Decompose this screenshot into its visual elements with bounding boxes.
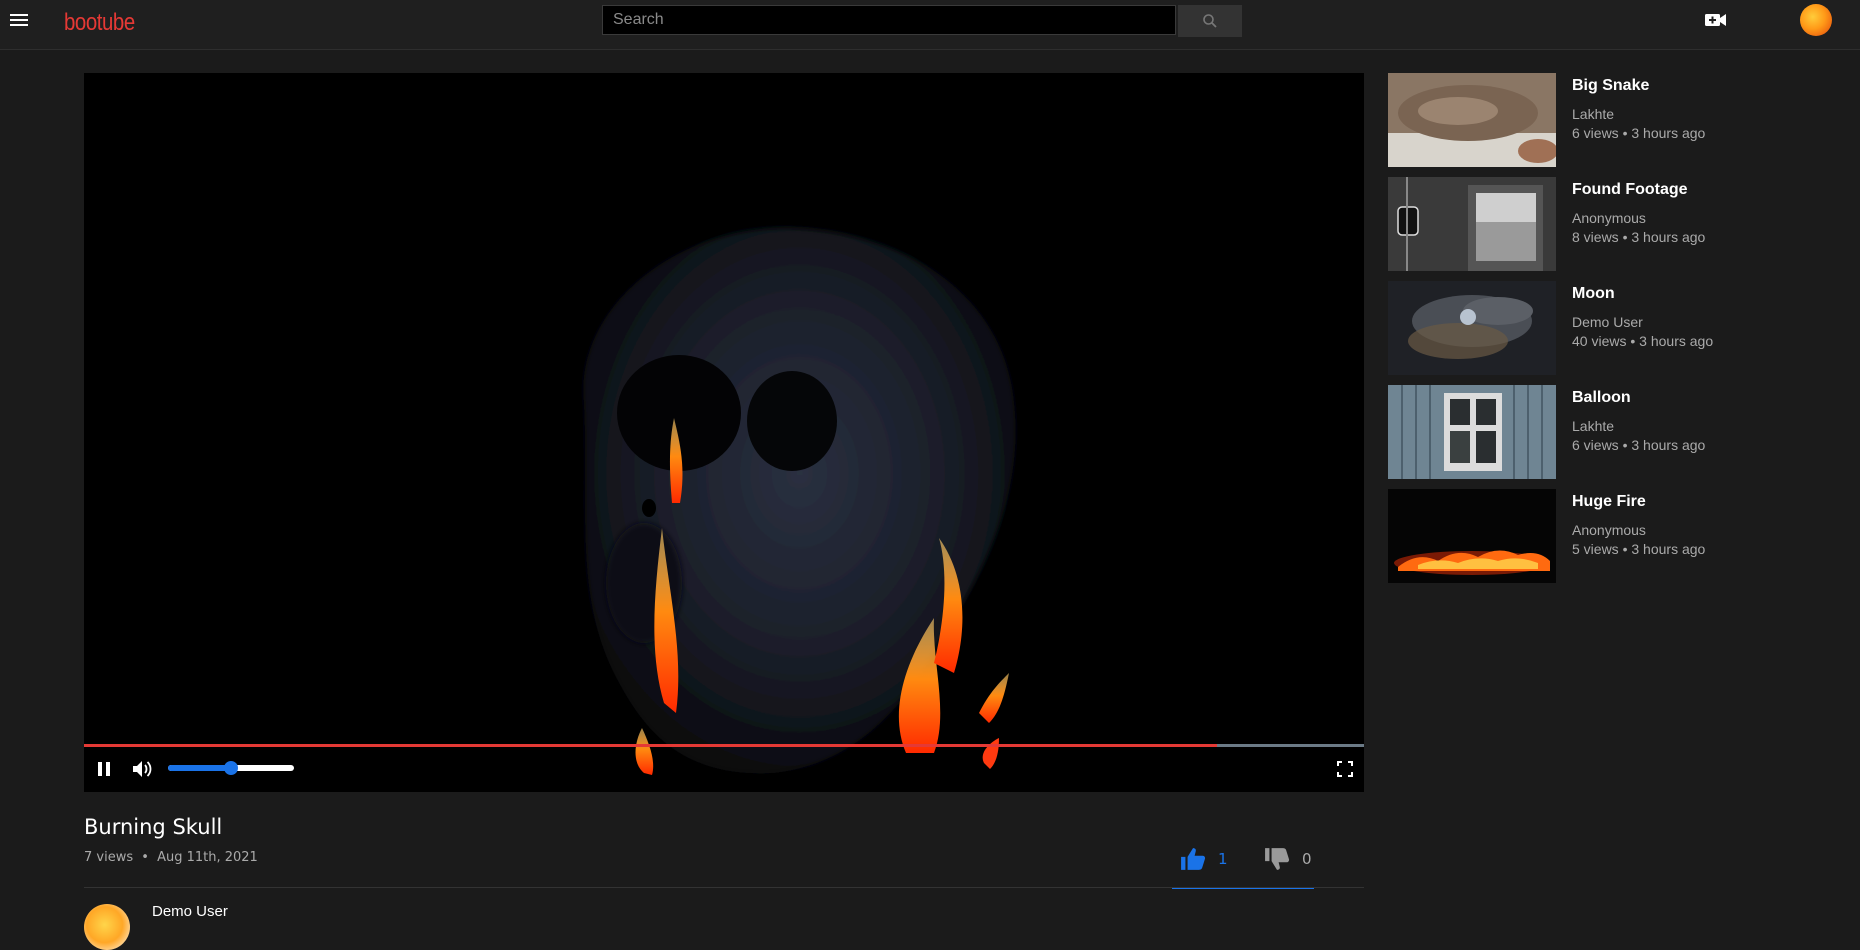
top-bar: bootube	[0, 0, 1860, 50]
related-video-title[interactable]: Big Snake	[1572, 77, 1649, 95]
owner-avatar[interactable]	[84, 904, 130, 950]
thumbs-up-icon	[1181, 848, 1206, 870]
view-count: 7 views	[84, 850, 134, 865]
video-title: Burning Skull	[84, 815, 223, 839]
related-video-views: 5 views	[1572, 541, 1619, 557]
search-input[interactable]	[602, 5, 1176, 35]
related-video-huge-fire[interactable]: Huge Fire Anonymous 5 views • 3 hours ag…	[1388, 489, 1828, 583]
search-bar	[602, 5, 1242, 37]
volume-slider[interactable]	[168, 761, 294, 775]
video-thumbnail[interactable]	[1388, 385, 1556, 479]
dislike-button[interactable]: 0	[1264, 847, 1312, 871]
like-button[interactable]: 1	[1180, 847, 1228, 871]
related-video-views: 6 views	[1572, 437, 1619, 453]
related-video-time: 3 hours ago	[1639, 333, 1714, 349]
search-button[interactable]	[1178, 5, 1242, 37]
related-video-stats: 6 views • 3 hours ago	[1572, 437, 1705, 453]
meta-separator: •	[141, 850, 149, 865]
related-video-time: 3 hours ago	[1631, 125, 1706, 141]
meta-separator: •	[1622, 541, 1628, 557]
pause-icon[interactable]	[96, 761, 112, 777]
owner-name[interactable]: Demo User	[152, 903, 228, 920]
volume-thumb[interactable]	[224, 761, 238, 775]
related-video-channel: Anonymous	[1572, 210, 1646, 226]
related-video-found-footage[interactable]: Found Footage Anonymous 8 views • 3 hour…	[1388, 177, 1828, 271]
meta-separator: •	[1622, 125, 1628, 141]
related-video-title[interactable]: Huge Fire	[1572, 493, 1646, 511]
meta-separator: •	[1622, 437, 1628, 453]
related-video-title[interactable]: Moon	[1572, 285, 1615, 303]
related-video-channel: Lakhte	[1572, 418, 1615, 434]
related-videos-list: Big Snake Lakhte 6 views • 3 hours ago F…	[1388, 73, 1828, 593]
related-video-channel: Demo User	[1572, 314, 1643, 330]
volume-icon[interactable]	[132, 759, 154, 779]
video-meta: 7 views • Aug 11th, 2021	[84, 850, 258, 865]
video-player[interactable]	[84, 73, 1364, 792]
related-video-time: 3 hours ago	[1631, 437, 1706, 453]
related-video-title[interactable]: Found Footage	[1572, 181, 1688, 199]
video-camera-plus-icon[interactable]	[1705, 12, 1727, 28]
upload-date: Aug 11th, 2021	[157, 850, 258, 865]
rating-bar: 1 0	[1172, 845, 1314, 889]
related-video-balloon[interactable]: Balloon Lakhte 6 views • 3 hours ago	[1388, 385, 1828, 479]
related-video-stats: 8 views • 3 hours ago	[1572, 229, 1705, 245]
related-video-stats: 6 views • 3 hours ago	[1572, 125, 1705, 141]
video-thumbnail[interactable]	[1388, 281, 1556, 375]
related-video-time: 3 hours ago	[1631, 541, 1706, 557]
related-video-views: 40 views	[1572, 333, 1627, 349]
site-logo[interactable]: bootube	[64, 9, 135, 37]
search-icon	[1203, 14, 1217, 28]
user-avatar[interactable]	[1800, 4, 1832, 36]
like-count: 1	[1218, 850, 1228, 868]
related-video-title[interactable]: Balloon	[1572, 389, 1631, 407]
hamburger-menu-icon[interactable]	[10, 10, 30, 30]
related-video-stats: 5 views • 3 hours ago	[1572, 541, 1705, 557]
related-video-views: 6 views	[1572, 125, 1619, 141]
related-video-moon[interactable]: Moon Demo User 40 views • 3 hours ago	[1388, 281, 1828, 375]
related-video-big-snake[interactable]: Big Snake Lakhte 6 views • 3 hours ago	[1388, 73, 1828, 167]
related-video-channel: Lakhte	[1572, 106, 1615, 122]
thumbs-down-icon	[1265, 848, 1290, 870]
progress-fill	[84, 744, 1217, 747]
related-video-views: 8 views	[1572, 229, 1619, 245]
dislike-count: 0	[1302, 850, 1312, 868]
meta-separator: •	[1630, 333, 1636, 349]
video-frame-burning-skull[interactable]	[84, 73, 1364, 792]
video-thumbnail[interactable]	[1388, 73, 1556, 167]
related-video-time: 3 hours ago	[1631, 229, 1706, 245]
divider	[84, 887, 1364, 888]
meta-separator: •	[1622, 229, 1628, 245]
related-video-channel: Anonymous	[1572, 522, 1646, 538]
related-video-stats: 40 views • 3 hours ago	[1572, 333, 1713, 349]
video-thumbnail[interactable]	[1388, 177, 1556, 271]
fullscreen-icon[interactable]	[1337, 761, 1353, 777]
volume-level	[168, 765, 231, 771]
video-thumbnail[interactable]	[1388, 489, 1556, 583]
progress-bar[interactable]	[84, 744, 1364, 747]
